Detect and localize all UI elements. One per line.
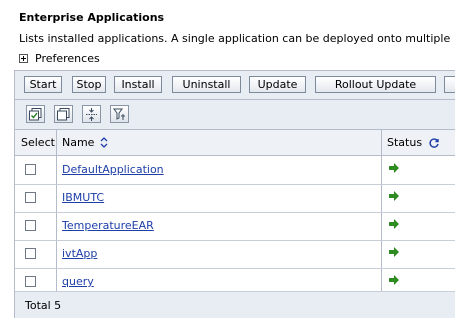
update-button[interactable]: Update [249,76,306,93]
collapse-rows-icon[interactable] [82,105,101,123]
preferences-toggle[interactable]: Preferences [19,52,100,65]
stop-button[interactable]: Stop [72,76,106,93]
select-all-icon[interactable] [26,105,45,123]
more-button[interactable] [444,76,455,93]
row-checkbox[interactable] [25,192,36,203]
app-link[interactable]: DefaultApplication [62,163,164,176]
status-column-header: Status [387,130,440,155]
name-header-label: Name [62,136,95,149]
table-footer: Total 5 [15,292,455,318]
button-toolbar: Start Stop Install Uninstall Update Roll… [15,71,455,100]
table-row: DefaultApplication [15,156,455,185]
total-count: Total 5 [25,298,62,312]
table-header: Select Name Status [15,130,455,156]
started-arrow-icon [388,190,400,205]
refresh-icon[interactable] [428,137,440,149]
sort-icon[interactable] [100,137,108,148]
app-link[interactable]: IBMUTC [62,191,104,204]
table-row: ivtApp [15,240,455,269]
app-link[interactable]: query [62,275,94,288]
deselect-all-icon[interactable] [54,105,73,123]
status-header-label: Status [387,136,423,149]
started-arrow-icon [388,162,400,177]
row-checkbox[interactable] [25,276,36,287]
rollout-update-button[interactable]: Rollout Update [315,76,436,93]
filter-icon[interactable] [110,105,129,123]
row-checkbox[interactable] [25,220,36,231]
page-title: Enterprise Applications [19,11,165,24]
table-row: query [15,268,455,292]
started-arrow-icon [388,274,400,289]
row-checkbox[interactable] [25,164,36,175]
app-link[interactable]: TemperatureEAR [62,219,154,232]
uninstall-button[interactable]: Uninstall [172,76,241,93]
started-arrow-icon [388,246,400,261]
app-link[interactable]: ivtApp [62,247,97,260]
select-column-header: Select [21,136,55,149]
start-button[interactable]: Start [24,76,62,93]
preferences-label: Preferences [35,52,100,65]
row-checkbox[interactable] [25,248,36,259]
table-row: IBMUTC [15,184,455,213]
expand-icon[interactable] [19,54,28,63]
name-column-header[interactable]: Name [62,130,108,155]
table-row: TemperatureEAR [15,212,455,241]
started-arrow-icon [388,218,400,233]
applications-panel: Start Stop Install Uninstall Update Roll… [14,70,455,318]
page-description: Lists installed applications. A single a… [19,32,451,45]
install-button[interactable]: Install [114,76,162,93]
icon-toolbar [15,100,455,130]
